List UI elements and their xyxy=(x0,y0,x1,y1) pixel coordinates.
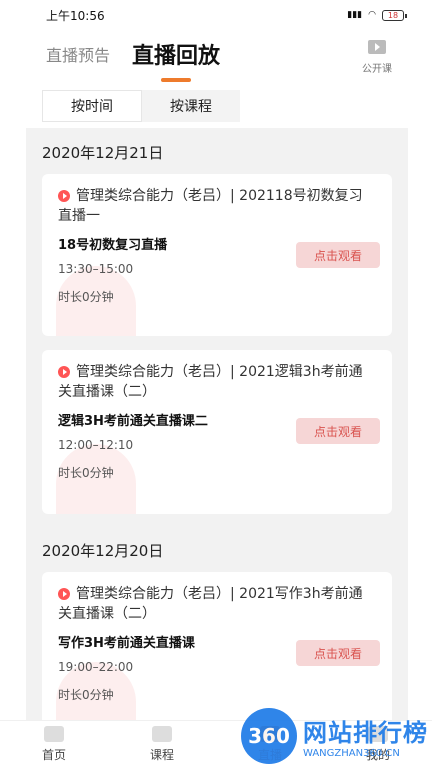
wifi-icon: ◠ xyxy=(368,10,376,20)
card-subtitle: 18号初数复习直播 xyxy=(58,238,168,253)
nav-home[interactable]: 首页 xyxy=(0,721,108,768)
watermark-text: 网站排行榜 WANGZHAN360.CN xyxy=(303,713,428,759)
tab-live-preview[interactable]: 直播预告 xyxy=(46,42,110,70)
battery-icon: 18 xyxy=(382,9,407,21)
card-title: 管理类综合能力（老吕）| 2021逻辑3h考前通关直播课（二） xyxy=(58,364,363,400)
card-duration: 时长0分钟 xyxy=(58,466,114,480)
card-title: 管理类综合能力（老吕）| 2021写作3h考前通关直播课（二） xyxy=(58,586,363,622)
date-header: 2020年12月21日 xyxy=(42,144,164,162)
status-time: 上午10:56 xyxy=(46,8,105,23)
watermark-url: WANGZHAN360.CN xyxy=(303,748,400,759)
card-title: 管理类综合能力（老吕）| 202118号初数复习直播一 xyxy=(58,188,363,224)
nav-course[interactable]: 课程 xyxy=(108,721,216,768)
replay-card: 管理类综合能力（老吕）| 2021逻辑3h考前通关直播课（二） 逻辑3H考前通关… xyxy=(42,350,392,514)
watch-button[interactable]: 点击观看 xyxy=(296,418,380,444)
sort-segmented-control: 按时间 按课程 xyxy=(42,90,240,122)
top-tabs: 直播预告 直播回放 xyxy=(46,38,221,82)
nav-course-label: 课程 xyxy=(149,748,174,762)
date-header: 2020年12月20日 xyxy=(42,542,164,560)
status-icons: ▮▮▮ ◠ 18 xyxy=(347,9,407,21)
tab-live-replay[interactable]: 直播回放 xyxy=(132,38,221,82)
battery-level: 18 xyxy=(387,10,399,20)
signal-icon: ▮▮▮ xyxy=(347,10,363,20)
segment-by-time[interactable]: 按时间 xyxy=(42,90,142,122)
card-duration: 时长0分钟 xyxy=(58,290,114,304)
card-subtitle: 写作3H考前通关直播课 xyxy=(58,636,195,651)
tab-live-replay-label: 直播回放 xyxy=(132,44,221,69)
nav-home-label: 首页 xyxy=(41,748,66,762)
card-duration: 时长0分钟 xyxy=(58,688,114,702)
card-time: 12:00–12:10 xyxy=(58,438,134,452)
watch-button[interactable]: 点击观看 xyxy=(296,640,380,666)
video-icon xyxy=(368,40,386,54)
status-bar: 上午10:56 ▮▮▮ ◠ 18 xyxy=(0,0,432,30)
home-icon xyxy=(44,726,64,742)
segment-by-course[interactable]: 按课程 xyxy=(142,90,240,122)
course-icon xyxy=(152,726,172,742)
replay-list[interactable]: 2020年12月21日 管理类综合能力（老吕）| 202118号初数复习直播一 … xyxy=(26,128,408,720)
watermark-name: 网站排行榜 xyxy=(303,719,428,747)
card-time: 13:30–15:00 xyxy=(58,262,134,276)
watch-button[interactable]: 点击观看 xyxy=(296,242,380,268)
site-watermark: 360 网站排行榜 WANGZHAN360.CN xyxy=(241,708,428,764)
replay-card: 管理类综合能力（老吕）| 2021写作3h考前通关直播课（二） 写作3H考前通关… xyxy=(42,572,392,720)
replay-card: 管理类综合能力（老吕）| 202118号初数复习直播一 18号初数复习直播 13… xyxy=(42,174,392,336)
active-tab-indicator xyxy=(161,78,192,82)
watermark-badge: 360 xyxy=(241,708,297,764)
open-class-button[interactable]: 公开课 xyxy=(362,40,392,75)
card-subtitle: 逻辑3H考前通关直播课二 xyxy=(58,414,208,429)
open-class-label: 公开课 xyxy=(362,64,392,75)
card-time: 19:00–22:00 xyxy=(58,660,134,674)
